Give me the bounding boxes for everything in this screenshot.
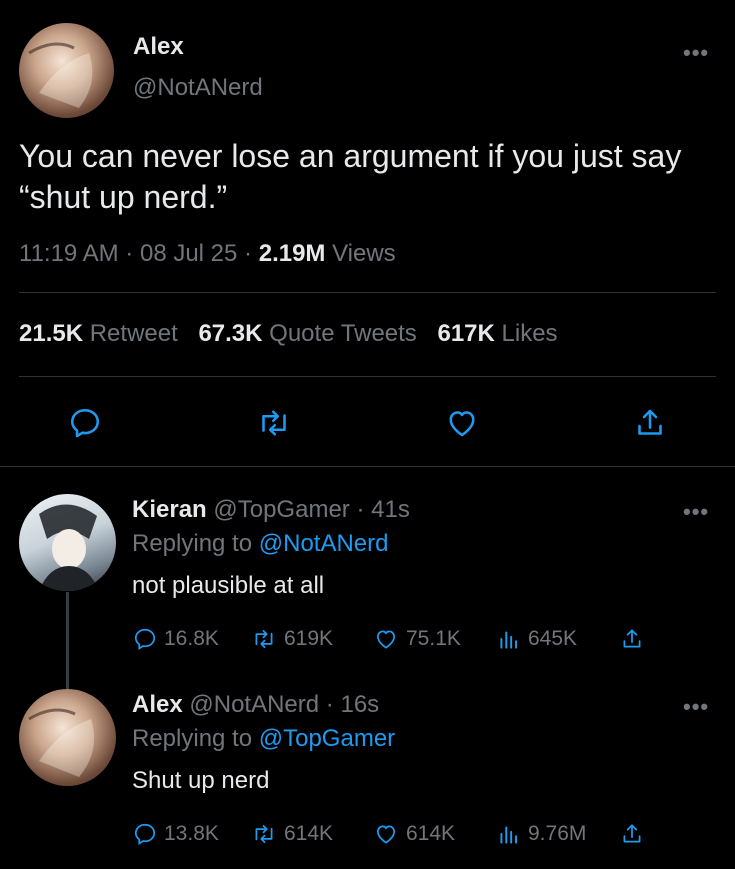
- retweet-icon: [250, 626, 278, 652]
- divider: [19, 376, 716, 377]
- likes-label: Likes: [501, 320, 558, 347]
- retweets-stat[interactable]: 21.5K Retweet: [19, 320, 184, 347]
- retweet-count: 619K: [284, 627, 334, 650]
- main-tweet-text: You can never lose an argument if you ju…: [19, 138, 682, 215]
- more-icon[interactable]: •••: [683, 40, 709, 66]
- views-count: 9.76M: [528, 822, 587, 845]
- retweets-label: Retweet: [89, 320, 178, 347]
- reply-icon: [132, 821, 158, 847]
- thread-line: [66, 592, 69, 689]
- replying-to-link[interactable]: @NotANerd: [259, 530, 389, 557]
- more-icon[interactable]: •••: [683, 694, 709, 720]
- views-count: 2.19M: [258, 240, 326, 267]
- reply-author-avatar[interactable]: [19, 494, 116, 591]
- reply-author-handle[interactable]: @NotANerd: [189, 691, 319, 718]
- divider: [19, 292, 716, 293]
- reply-button[interactable]: 13.8K: [132, 821, 219, 847]
- reply-text: Shut up nerd: [132, 767, 270, 794]
- replying-to-prefix: Replying to: [132, 725, 253, 752]
- tweet-time: 11:19 AM: [19, 240, 119, 267]
- reply-author-name[interactable]: Alex: [132, 691, 183, 718]
- more-icon[interactable]: •••: [683, 499, 709, 525]
- reply-author-avatar[interactable]: [19, 689, 116, 786]
- reply-count: 16.8K: [164, 627, 219, 650]
- views-label: Views: [332, 240, 396, 267]
- meta-separator: ·: [325, 691, 334, 718]
- reply-text: not plausible at all: [132, 572, 325, 599]
- replying-to: Replying to @TopGamer: [132, 725, 395, 753]
- retweet-icon: [250, 821, 278, 847]
- reply-header: Kieran @TopGamer · 41s: [132, 496, 410, 524]
- likes-stat[interactable]: 617K Likes: [437, 320, 557, 347]
- retweets-count: 21.5K: [19, 320, 84, 347]
- like-button[interactable]: 75.1K: [372, 626, 461, 652]
- likes-count: 617K: [437, 320, 495, 347]
- replying-to-prefix: Replying to: [132, 530, 253, 557]
- reply-time: 41s: [371, 496, 410, 523]
- quotes-stat[interactable]: 67.3K Quote Tweets: [198, 320, 423, 347]
- meta-separator: ·: [356, 496, 365, 523]
- reply-button[interactable]: 16.8K: [132, 626, 219, 652]
- reply-icon: [132, 626, 158, 652]
- retweet-button[interactable]: 614K: [250, 821, 333, 847]
- reply-actions: 13.8K 614K 614K 9.76M: [132, 821, 652, 851]
- reply-actions: 16.8K 619K 75.1K 645K: [132, 626, 652, 656]
- like-icon[interactable]: [443, 405, 481, 441]
- reply-time: 16s: [340, 691, 380, 718]
- reply-header: Alex @NotANerd · 16s: [132, 691, 379, 719]
- share-button[interactable]: [619, 626, 645, 652]
- reply-icon[interactable]: [67, 405, 103, 441]
- quotes-count: 67.3K: [198, 320, 263, 347]
- quotes-label: Quote Tweets: [269, 320, 417, 347]
- like-button[interactable]: 614K: [372, 821, 455, 847]
- reply-author-name[interactable]: Kieran: [132, 496, 207, 523]
- like-icon: [372, 626, 400, 652]
- engagement-stats: 21.5K Retweet 67.3K Quote Tweets 617K Li…: [19, 320, 558, 348]
- divider: [0, 466, 735, 467]
- main-author-avatar[interactable]: [19, 23, 114, 118]
- reply-author-handle[interactable]: @TopGamer: [213, 496, 349, 523]
- replying-to-link[interactable]: @TopGamer: [259, 725, 395, 752]
- retweet-count: 614K: [284, 822, 334, 845]
- retweet-icon[interactable]: [255, 405, 293, 441]
- like-icon: [372, 821, 400, 847]
- views-button[interactable]: 9.76M: [496, 821, 586, 847]
- share-icon: [619, 626, 645, 652]
- views-icon: [496, 821, 522, 847]
- main-author-handle[interactable]: @NotANerd: [133, 74, 263, 102]
- main-author-name[interactable]: Alex: [133, 33, 184, 61]
- retweet-button[interactable]: 619K: [250, 626, 333, 652]
- like-count: 614K: [406, 822, 456, 845]
- reply-count: 13.8K: [164, 822, 219, 845]
- replying-to: Replying to @NotANerd: [132, 530, 389, 558]
- tweet-date: 08 Jul 25: [139, 240, 238, 267]
- views-button[interactable]: 645K: [496, 626, 577, 652]
- share-icon[interactable]: [632, 405, 668, 441]
- views-icon: [496, 626, 522, 652]
- tweet-meta: 11:19 AM · 08 Jul 25 · 2.19M Views: [19, 240, 396, 268]
- views-count: 645K: [528, 627, 578, 650]
- share-icon: [619, 821, 645, 847]
- meta-separator: ·: [244, 240, 253, 267]
- meta-separator: ·: [125, 240, 134, 267]
- share-button[interactable]: [619, 821, 645, 847]
- like-count: 75.1K: [406, 627, 461, 650]
